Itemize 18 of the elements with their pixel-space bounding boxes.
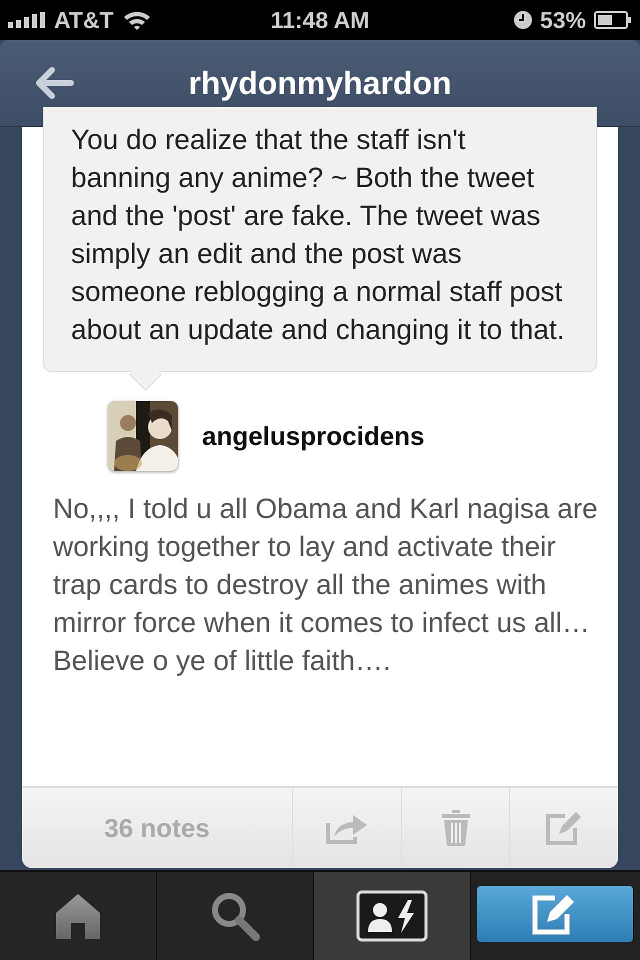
quote-text: You do realize that the staff isn't banning any anime? ~ Both the tweet and the 'post' are fake. The tweet was simply an edit and the post was someone reblogging a normal staff post about an update and changing it to that.	[71, 123, 566, 347]
activity-icon	[356, 890, 428, 942]
carrier-name: AT&T	[54, 6, 114, 34]
author-name[interactable]: angelusprocidens	[202, 420, 424, 452]
post-text: No,,,, I told u all Obama and Karl nagisa are working together to lay and activate their trap cards to destroy all the animes with mirror force when it comes to infect us all… Believe o ye of little faith….	[52, 492, 599, 678]
compose-tab[interactable]	[477, 886, 634, 942]
edit-icon	[545, 810, 584, 846]
battery-percent: 53%	[540, 6, 586, 34]
wifi-icon	[122, 9, 152, 31]
activity-tab[interactable]	[314, 872, 471, 960]
signal-icon	[8, 12, 46, 28]
home-icon	[55, 893, 101, 939]
blog-title: rhydonmyhardon	[187, 64, 453, 102]
status-time: 11:48 AM	[270, 6, 370, 34]
trash-icon	[442, 810, 470, 846]
battery-icon	[594, 11, 632, 29]
search-icon	[210, 891, 260, 941]
clock-icon	[514, 11, 532, 29]
